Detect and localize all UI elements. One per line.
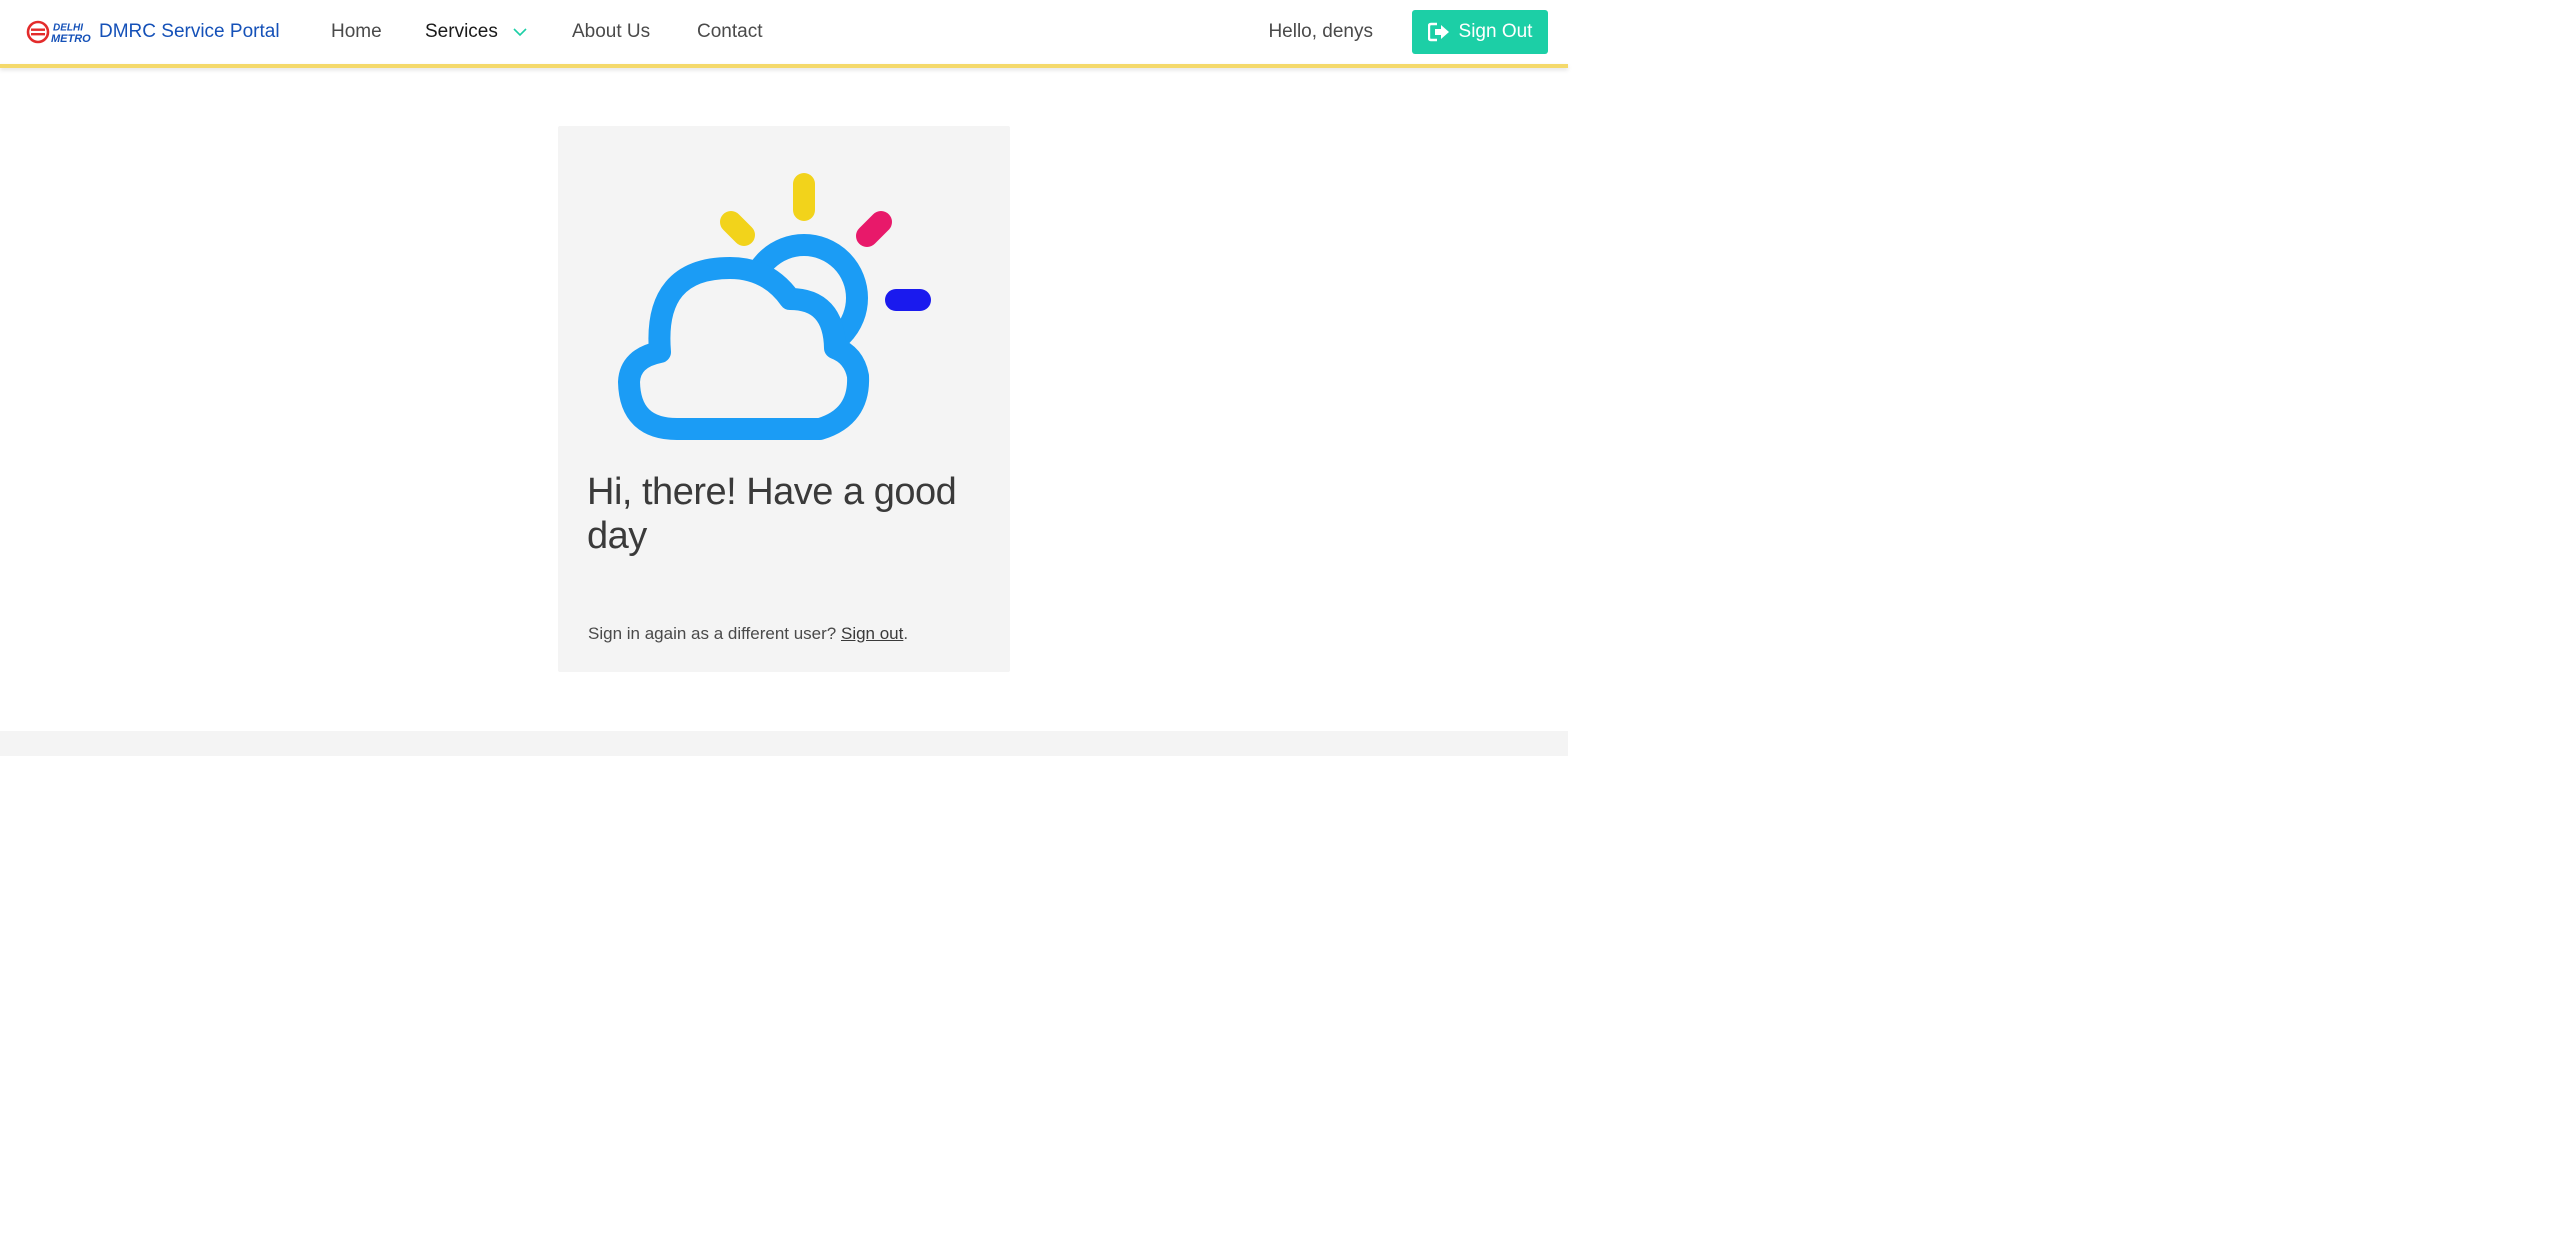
nav-link-home[interactable]: Home [331,0,382,64]
sign-out-label: Sign Out [1458,21,1533,42]
sign-out-icon [1427,22,1450,42]
greeting-heading: Hi, there! Have a good day [587,471,957,557]
nav-link-contact[interactable]: Contact [697,0,762,64]
signed-out-card: Hi, there! Have a good day Sign in again… [558,126,1010,672]
top-navbar: DELHI METRO DMRC Service Portal Home Ser… [0,0,1568,64]
sign-out-button[interactable]: Sign Out [1412,10,1548,54]
nav-link-about-us[interactable]: About Us [572,0,650,64]
page-footer [0,731,1568,756]
delhi-metro-logo: DELHI METRO [26,18,94,46]
sun-ray-right [856,211,892,247]
chevron-down-icon [512,24,528,40]
brand-link[interactable]: DELHI METRO DMRC Service Portal [26,0,280,64]
brand-name: DMRC Service Portal [99,21,280,42]
nav-link-services[interactable]: Services [425,0,528,64]
svg-text:DELHI: DELHI [53,23,83,34]
svg-text:METRO: METRO [51,33,91,45]
switch-user-period: . [903,624,909,643]
sun-ray-left [720,211,755,246]
navbar-accent-stripe [0,64,1568,68]
switch-user-text: Sign in again as a different user? [588,624,837,643]
user-greeting: Hello, denys [1268,21,1373,42]
cloud-icon [618,257,870,440]
switch-user-prompt: Sign in again as a different user? Sign … [588,624,908,644]
sun-cloud-illustration [558,126,1010,456]
sign-out-link[interactable]: Sign out [841,624,903,643]
nav-link-services-label: Services [425,21,498,42]
